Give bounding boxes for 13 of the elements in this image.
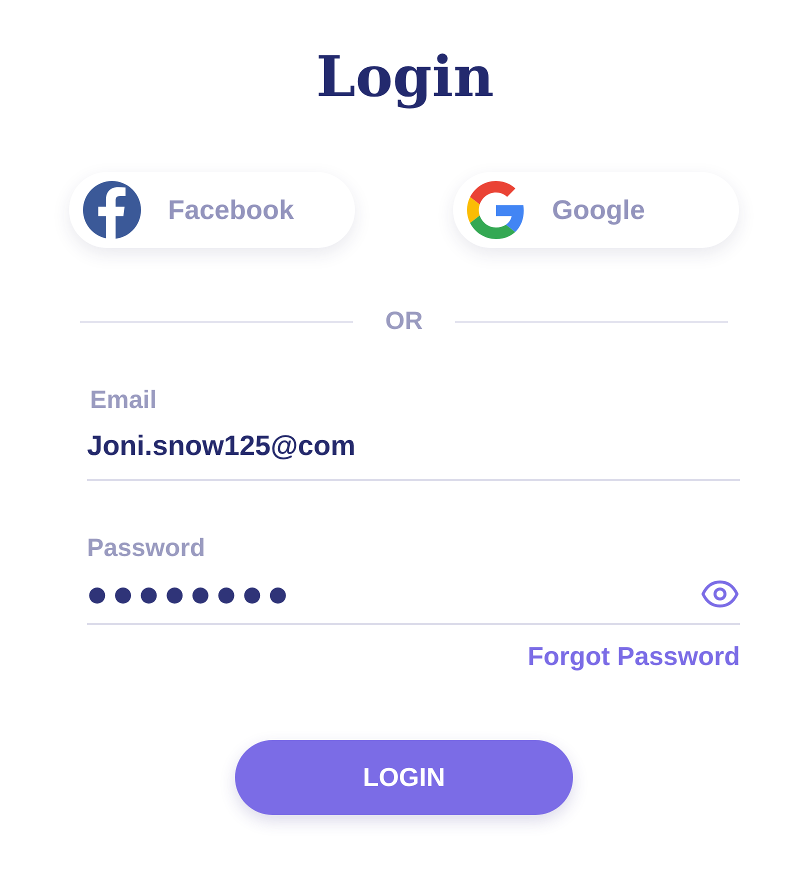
password-field[interactable]: ●●●●●●●● [87, 577, 740, 625]
login-button[interactable]: LOGIN [235, 740, 573, 815]
page-title: Login [315, 43, 495, 112]
field-label: Email [89, 385, 158, 415]
field-label: Password [87, 533, 206, 563]
email-field[interactable]: Joni.snow125@com [87, 429, 740, 481]
divider-label: OR [384, 306, 424, 338]
google-login-button[interactable]: Google [453, 172, 739, 248]
eye-icon[interactable] [701, 580, 739, 608]
facebook-icon [83, 181, 141, 239]
facebook-login-button[interactable]: Facebook [69, 172, 355, 248]
google-icon [467, 181, 525, 239]
forgot-password-link[interactable]: Forgot Password [528, 640, 740, 672]
